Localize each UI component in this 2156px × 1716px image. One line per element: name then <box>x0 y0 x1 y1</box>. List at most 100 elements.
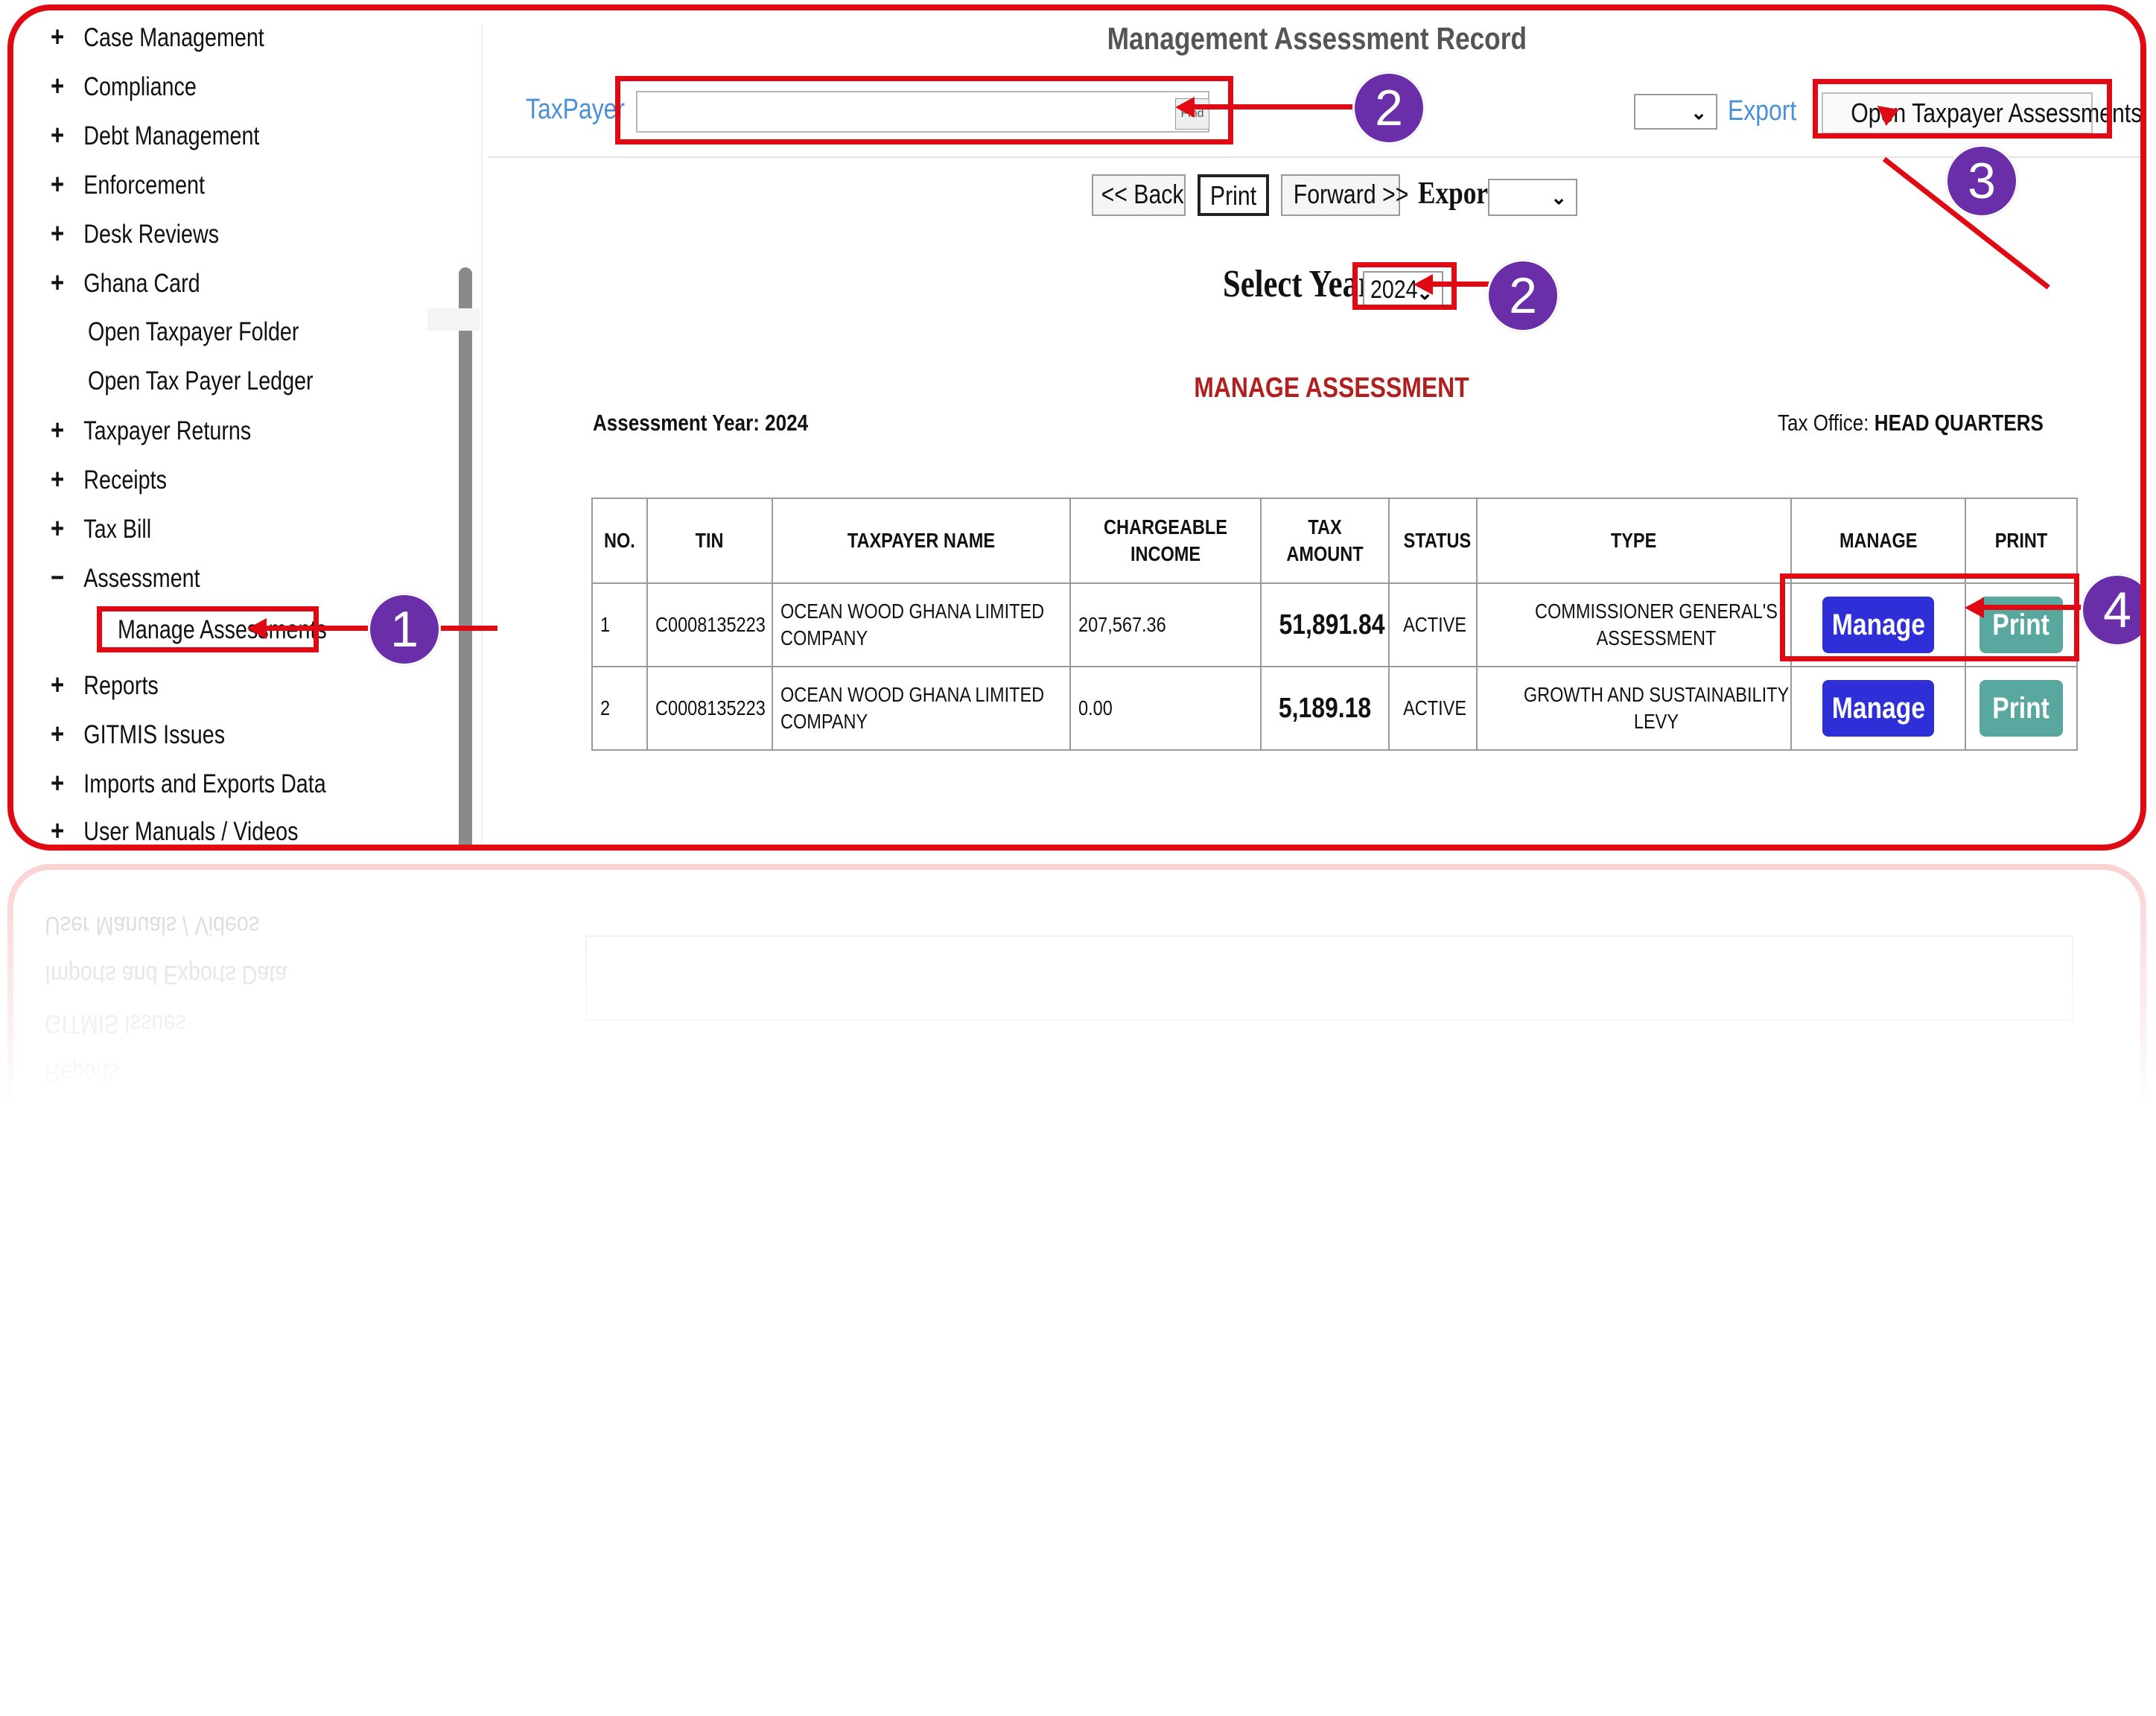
sidebar-item-label: GITMIS Issues <box>83 720 226 749</box>
sidebar-item-label: User Manuals / Videos <box>83 817 299 846</box>
expand-icon: + <box>51 415 65 446</box>
expand-icon: + <box>51 464 65 495</box>
sidebar-item-desk-reviews[interactable]: + Desk Reviews <box>51 213 219 255</box>
sidebar-scrollbar[interactable] <box>459 267 472 845</box>
row-tin: C0008135223 <box>646 666 773 751</box>
row-chargeable-income: 207,567.36 <box>1069 582 1262 667</box>
column-header: TAX AMOUNT <box>1260 498 1390 584</box>
expand-icon: + <box>51 816 65 847</box>
row-status: ACTIVE <box>1388 666 1478 751</box>
table-row: 2 C0008135223 OCEAN WOOD GHANA LIMITED C… <box>591 666 2078 751</box>
sidebar-item-taxpayer-returns[interactable]: + Taxpayer Returns <box>51 410 251 451</box>
sidebar-item-user-manuals[interactable]: + User Manuals / Videos <box>51 810 299 847</box>
sidebar-item-label: Tax Bill <box>83 515 152 544</box>
step-1-badge: 1 <box>368 593 441 666</box>
print-button[interactable]: Print <box>1198 174 1269 216</box>
expand-icon: + <box>51 71 65 102</box>
expand-icon: + <box>51 169 65 200</box>
sidebar-item-open-tax-payer-ledger[interactable]: Open Tax Payer Ledger <box>88 360 314 402</box>
manage-assessment-heading: MANAGE ASSESSMENT <box>1194 372 1469 404</box>
arrow-left-icon <box>1965 597 1984 618</box>
step-2-badge: 2 <box>1352 72 1425 144</box>
sidebar-item-compliance[interactable]: + Compliance <box>51 66 197 107</box>
step-2-badge: 2 <box>1486 259 1559 332</box>
step-4-badge: 4 <box>2081 573 2140 646</box>
export-label: Export <box>1418 177 1497 211</box>
row-tax-amount: 5,189.18 <box>1260 666 1390 751</box>
row-taxpayer-name: OCEAN WOOD GHANA LIMITED COMPANY <box>772 582 1071 667</box>
sidebar-item-label: Ghana Card <box>83 269 200 298</box>
row-tax-amount: 51,891.84 <box>1260 582 1390 667</box>
expand-icon: + <box>51 218 65 250</box>
highlight-open-taxpayer-assessments <box>1813 79 2112 139</box>
row-status: ACTIVE <box>1388 582 1478 667</box>
sidebar-item-reports[interactable]: + Reports <box>51 664 159 706</box>
arrow-left-icon <box>1175 97 1195 118</box>
row-taxpayer-name: OCEAN WOOD GHANA LIMITED COMPANY <box>772 666 1071 751</box>
expand-icon: + <box>51 267 65 299</box>
tax-office: Tax Office: HEAD QUARTERS <box>1778 410 2044 436</box>
column-header: PRINT <box>1965 498 2078 584</box>
sidebar-item-debt-management[interactable]: + Debt Management <box>51 115 259 156</box>
chevron-down-icon: ⌄ <box>1551 186 1567 209</box>
sidebar-item-case-management[interactable]: + Case Management <box>51 16 264 58</box>
sidebar-item-imports-exports[interactable]: + Imports and Exports Data <box>51 763 326 804</box>
reflection-item: Imports and Exports Data <box>45 960 287 989</box>
sidebar-item-assessment[interactable]: − Assessment <box>51 557 200 599</box>
sidebar-item-label: Reports <box>83 671 159 700</box>
expand-icon: + <box>51 719 65 750</box>
sidebar-item-receipts[interactable]: + Receipts <box>51 459 167 500</box>
sidebar-item-label: Debt Management <box>83 121 260 150</box>
taxpayer-label: TaxPayer <box>526 94 626 125</box>
manage-button[interactable]: Manage <box>1822 680 1934 737</box>
row-tin: C0008135223 <box>646 582 773 667</box>
column-header: TIN <box>646 498 773 584</box>
row-chargeable-income: 0.00 <box>1069 666 1262 751</box>
arrow-left-icon <box>247 618 267 639</box>
sidebar-item-enforcement[interactable]: + Enforcement <box>51 164 205 206</box>
annotation-arrow-line <box>1190 104 1358 109</box>
assessment-year: Assessment Year: 2024 <box>593 410 809 436</box>
column-header: MANAGE <box>1790 498 1966 584</box>
sidebar-item-label: Enforcement <box>83 171 205 200</box>
column-header: NO. <box>591 498 648 584</box>
select-year-label: Select Year <box>1223 263 1373 305</box>
arrow-left-icon <box>1414 274 1433 295</box>
sidebar-item-label: Case Management <box>83 23 264 52</box>
sidebar-item-open-taxpayer-folder[interactable]: Open Taxpayer Folder <box>88 311 299 353</box>
sidebar-item-label: Open Taxpayer Folder <box>88 317 299 346</box>
top-export-select[interactable]: ⌄ <box>1634 94 1717 130</box>
chevron-down-icon: ⌄ <box>1691 101 1707 124</box>
export-select[interactable]: ⌄ <box>1488 179 1577 216</box>
sidebar-item-label: Desk Reviews <box>83 220 220 249</box>
sidebar-item-tax-bill[interactable]: + Tax Bill <box>51 508 151 550</box>
expand-icon: + <box>51 513 65 544</box>
sidebar-item-gitmis-issues[interactable]: + GITMIS Issues <box>51 714 225 755</box>
column-header: TAXPAYER NAME <box>772 498 1071 584</box>
forward-button[interactable]: Forward >> <box>1281 174 1408 216</box>
highlight-manage-print-buttons <box>1780 573 2079 661</box>
sidebar-item-label: Receipts <box>83 465 167 495</box>
annotation-arrow-line <box>438 626 497 631</box>
annotation-arrow-line <box>1428 282 1495 287</box>
table-header-row: NO. TIN TAXPAYER NAME CHARGEABLE INCOME … <box>591 498 2078 584</box>
expand-icon: + <box>51 120 65 151</box>
row-number: 2 <box>591 666 648 751</box>
screenshot-frame: + Case Management + Compliance + Debt Manag… <box>7 4 2146 851</box>
back-button[interactable]: << Back <box>1092 174 1186 216</box>
row-manage-cell: Manage <box>1790 666 1966 751</box>
sidebar-item-label: Compliance <box>83 72 197 101</box>
row-type: COMMISSIONER GENERAL'S ASSESSMENT <box>1476 582 1792 667</box>
sidebar-nav: + Case Management + Compliance + Debt Manag… <box>13 10 480 847</box>
row-number: 1 <box>591 582 648 667</box>
print-row-button[interactable]: Print <box>1979 680 2063 737</box>
column-header: STATUS <box>1388 498 1478 584</box>
reflection-table <box>585 935 2073 1020</box>
top-export-link[interactable]: Export <box>1728 95 1796 127</box>
column-header: CHARGEABLE INCOME <box>1069 498 1262 584</box>
reflection-item: Reports <box>45 1058 120 1087</box>
expand-icon: + <box>51 768 65 799</box>
reflection-item: User Manuals / Videos <box>45 911 260 940</box>
reflection-item: GITMIS Issues <box>45 1009 186 1038</box>
sidebar-item-ghana-card[interactable]: + Ghana Card <box>51 262 200 304</box>
